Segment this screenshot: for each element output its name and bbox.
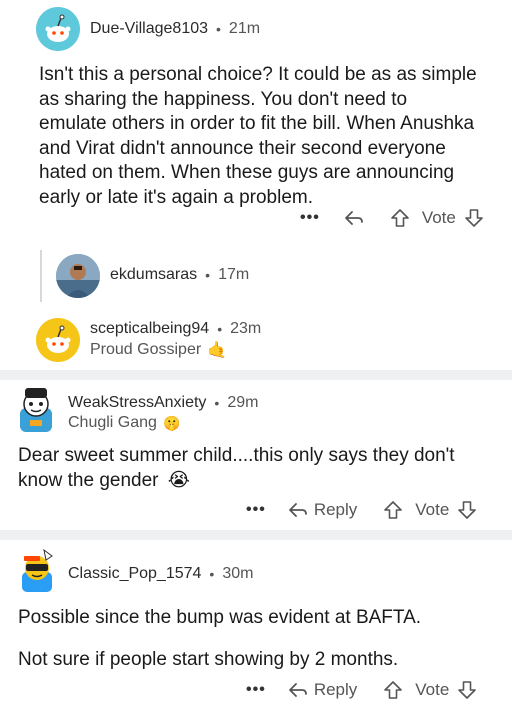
downvote-button[interactable] [457, 500, 477, 520]
snoo-avatar-icon [36, 7, 80, 51]
comment-meta: scepticalbeing94 • 23m [90, 320, 261, 338]
meta-separator: • [214, 395, 220, 411]
meta-separator: • [209, 566, 215, 582]
reply-button[interactable]: Reply [288, 500, 357, 520]
upvote-button[interactable] [383, 500, 403, 520]
reply-label: Reply [313, 680, 358, 699]
upvote-arrow-icon [391, 209, 409, 227]
upvote-button[interactable] [390, 208, 410, 228]
upvote-arrow-icon [384, 681, 403, 699]
reply-label: Reply [313, 500, 358, 519]
comment-body-paragraph-1: Possible since the bump was evident at B… [18, 607, 422, 628]
downvote-button[interactable] [464, 208, 484, 228]
comment-meta: Classic_Pop_1574 • 30m [68, 565, 253, 583]
reply-arrow-icon [288, 503, 307, 517]
comment-meta: ekdumsaras • 17m [110, 266, 249, 284]
user-flair: Proud Gossiper 🤙 [90, 340, 227, 360]
more-options-button[interactable]: ••• [246, 681, 266, 699]
vote-label: Vote [415, 500, 450, 519]
comment-classic-pop-1574: Classic_Pop_1574 • 30m Possible since th… [0, 540, 512, 701]
downvote-button[interactable] [457, 680, 477, 700]
comment-divider [0, 370, 512, 380]
flair-text: Proud Gossiper [90, 341, 202, 358]
comment-actions: ••• Vote [300, 208, 484, 228]
avatar[interactable] [36, 7, 80, 51]
crying-emoji: 😭 [167, 469, 190, 491]
comment-body: Dear sweet summer child....this only say… [18, 444, 498, 493]
snoo-character-icon [20, 388, 52, 432]
more-options-button[interactable]: ••• [300, 209, 320, 227]
flair-emoji: 🤙 [207, 342, 228, 359]
comment-meta: Due-Village8103 • 21m [90, 20, 260, 38]
upvote-button[interactable] [383, 680, 403, 700]
meta-separator: • [205, 267, 211, 283]
comment-meta: WeakStressAnxiety • 29m [68, 394, 258, 412]
upvote-arrow-icon [384, 501, 403, 519]
avatar[interactable] [16, 386, 56, 434]
flair-text: Chugli Gang [68, 414, 157, 431]
reply-arrow-icon [344, 211, 363, 225]
meta-separator: • [216, 21, 221, 37]
downvote-arrow-icon [458, 501, 477, 519]
reply-arrow-icon [288, 683, 307, 697]
avatar[interactable] [56, 254, 100, 298]
avatar[interactable] [36, 318, 80, 362]
username[interactable]: scepticalbeing94 [90, 320, 209, 338]
meta-separator: • [217, 321, 223, 337]
comment-body-paragraph-2: Not sure if people start showing by 2 mo… [18, 649, 399, 670]
timestamp: 29m [227, 394, 259, 411]
downvote-arrow-icon [465, 209, 483, 227]
comment-body: Isn't this a personal choice? It could b… [39, 64, 477, 208]
username[interactable]: Due-Village8103 [90, 20, 208, 38]
timestamp: 30m [222, 565, 254, 582]
timestamp: 17m [218, 266, 250, 283]
vote-label: Vote [415, 680, 450, 699]
comment-weakstressanxiety: WeakStressAnxiety • 29m Chugli Gang 🤫 De… [0, 380, 512, 530]
comment-scepticalbeing94: scepticalbeing94 • 23m Proud Gossiper 🤙 [0, 308, 512, 370]
avatar[interactable] [16, 546, 58, 594]
comment-divider [0, 530, 512, 540]
reply-button[interactable] [344, 210, 364, 226]
reply-button[interactable]: Reply [288, 680, 357, 700]
comment-body-text: Dear sweet summer child....this only say… [18, 445, 455, 491]
snoo-avatar-icon [36, 318, 80, 362]
user-flair: Chugli Gang 🤫 [68, 414, 180, 432]
comment-actions: ••• Reply Vote [246, 680, 477, 700]
username[interactable]: WeakStressAnxiety [68, 394, 206, 412]
timestamp: 21m [228, 20, 261, 37]
downvote-arrow-icon [458, 681, 477, 699]
username[interactable]: Classic_Pop_1574 [68, 565, 201, 583]
more-options-button[interactable]: ••• [246, 501, 266, 519]
flair-emoji: 🤫 [162, 414, 181, 431]
profile-photo-icon [56, 254, 100, 298]
comment-due-village8103: Due-Village8103 • 21m Isn't this a perso… [0, 0, 512, 250]
comment-ekdumsaras: ekdumsaras • 17m [0, 250, 512, 308]
snoo-character-icon [22, 548, 53, 592]
username[interactable]: ekdumsaras [110, 266, 197, 284]
comment-actions: ••• Reply Vote [246, 500, 477, 520]
vote-label: Vote [421, 208, 456, 227]
timestamp: 23m [230, 320, 262, 337]
